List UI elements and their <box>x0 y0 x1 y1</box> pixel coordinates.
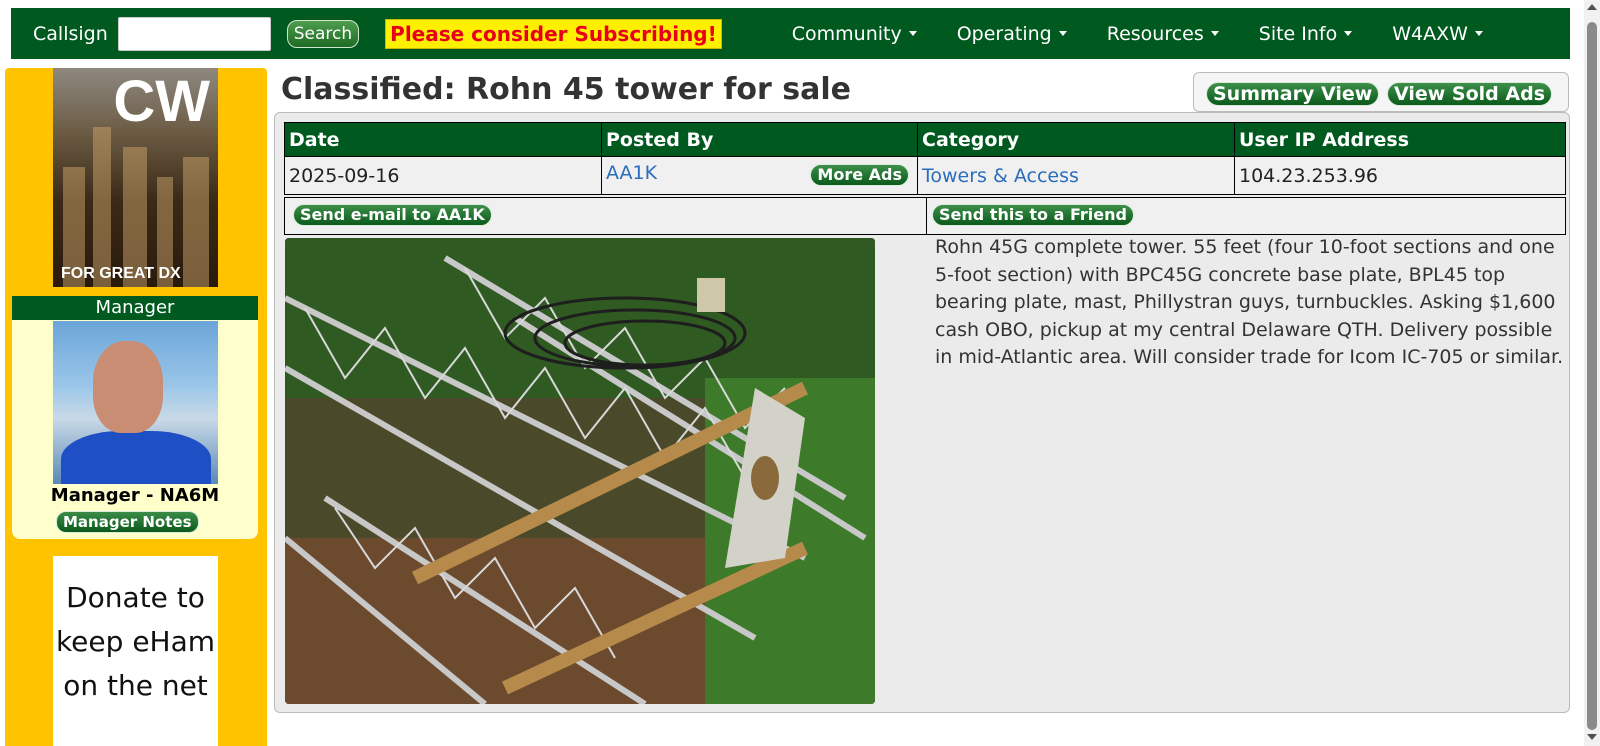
posted-by-cell: AA1K More Ads <box>601 156 918 195</box>
menu-site-info-label: Site Info <box>1258 22 1338 45</box>
menu-resources-label: Resources <box>1106 22 1204 45</box>
banner-subtitle: FOR GREAT DX <box>61 265 181 282</box>
cw-banner-ad[interactable]: CW FOR GREAT DX <box>53 68 218 287</box>
donate-ad[interactable]: Donate to keep eHam on the net <box>53 556 218 746</box>
chevron-down-icon <box>1058 31 1067 36</box>
summary-view-button[interactable]: Summary View <box>1206 82 1380 106</box>
building-shape <box>183 157 209 287</box>
send-email-button[interactable]: Send e-mail to AA1K <box>293 204 492 226</box>
menu-community-label: Community <box>791 22 902 45</box>
ad-photo[interactable] <box>285 238 875 704</box>
col-posted-by: Posted By <box>601 122 918 157</box>
category-cell: Towers & Access <box>917 156 1235 195</box>
foliage-top <box>285 238 875 398</box>
table-header-row: Date Posted By Category User IP Address <box>284 122 1566 157</box>
menu-operating-label: Operating <box>956 22 1052 45</box>
ad-ip: 104.23.253.96 <box>1234 156 1566 195</box>
menu-resources[interactable]: Resources <box>1107 23 1219 45</box>
ad-panel: Date Posted By Category User IP Address … <box>274 112 1570 713</box>
photo-shirt <box>61 431 211 484</box>
building-shape <box>93 127 111 287</box>
view-sold-ads-button[interactable]: View Sold Ads <box>1387 82 1553 106</box>
photo-face <box>93 341 163 433</box>
manager-box: Manager Manager - NA6M Manager Notes <box>12 296 258 539</box>
manager-name: Manager - NA6M <box>50 485 220 506</box>
plate-bolt <box>751 456 779 500</box>
menu-community[interactable]: Community <box>792 23 917 45</box>
ad-description: Rohn 45G complete tower. 55 feet (four 1… <box>935 236 1564 368</box>
manager-notes-button[interactable]: Manager Notes <box>56 511 199 533</box>
menu-site-info[interactable]: Site Info <box>1258 22 1353 45</box>
scrollbar-thumb[interactable] <box>1587 22 1597 730</box>
more-ads-button[interactable]: More Ads <box>810 164 909 186</box>
search-button[interactable]: Search <box>286 19 360 48</box>
ad-date: 2025-09-16 <box>284 156 602 195</box>
actions-row: Send e-mail to AA1K Send this to a Frien… <box>284 197 1566 235</box>
main-menu: Community Operating Resources Site Info … <box>792 23 1523 45</box>
menu-operating[interactable]: Operating <box>957 23 1067 45</box>
jar <box>697 278 725 312</box>
posted-by-link[interactable]: AA1K <box>606 162 657 184</box>
chevron-down-icon <box>1210 31 1219 36</box>
manager-photo <box>53 321 218 484</box>
menu-user-account[interactable]: W4AXW <box>1392 23 1483 45</box>
tower-photo-illustration <box>285 238 875 704</box>
sidebar: CW FOR GREAT DX Manager Manager - NA6M M… <box>5 68 267 746</box>
col-category: Category <box>917 122 1235 157</box>
callsign-input[interactable] <box>117 16 271 51</box>
top-nav-bar: Callsign Search Please consider Subscrib… <box>11 8 1570 59</box>
ad-info-table: Date Posted By Category User IP Address … <box>284 122 1566 195</box>
send-friend-button[interactable]: Send this to a Friend <box>932 204 1134 226</box>
banner-title: CW <box>113 69 210 134</box>
table-row: 2025-09-16 AA1K More Ads Towers & Access… <box>284 156 1566 195</box>
category-link[interactable]: Towers & Access <box>922 165 1079 187</box>
col-ip: User IP Address <box>1234 122 1566 157</box>
col-date: Date <box>284 122 602 157</box>
chevron-down-icon <box>1474 31 1483 36</box>
menu-user-account-label: W4AXW <box>1392 22 1468 45</box>
manager-heading: Manager <box>12 296 258 320</box>
page-title: Classified: Rohn 45 tower for sale <box>281 72 851 107</box>
scroll-down-arrow-icon[interactable] <box>1587 734 1597 740</box>
chevron-down-icon <box>908 31 917 36</box>
chevron-down-icon <box>1344 31 1353 36</box>
view-buttons: Summary View View Sold Ads <box>1193 72 1569 112</box>
callsign-label: Callsign <box>33 22 108 45</box>
subscribe-link[interactable]: Please consider Subscribing! <box>385 18 722 49</box>
actions-divider <box>926 198 927 234</box>
scroll-up-arrow-icon[interactable] <box>1587 4 1597 10</box>
